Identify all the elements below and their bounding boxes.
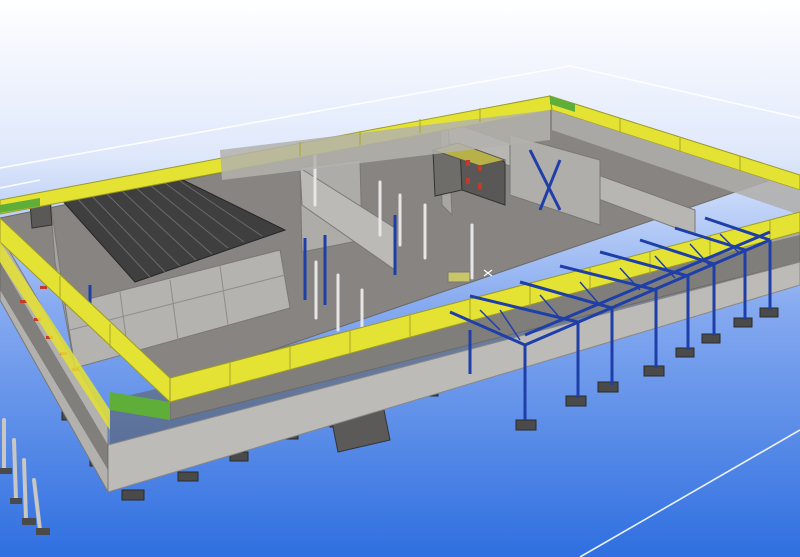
- entrance-panel: [447, 271, 471, 283]
- model-viewport[interactable]: [0, 0, 800, 557]
- scene[interactable]: [0, 0, 800, 557]
